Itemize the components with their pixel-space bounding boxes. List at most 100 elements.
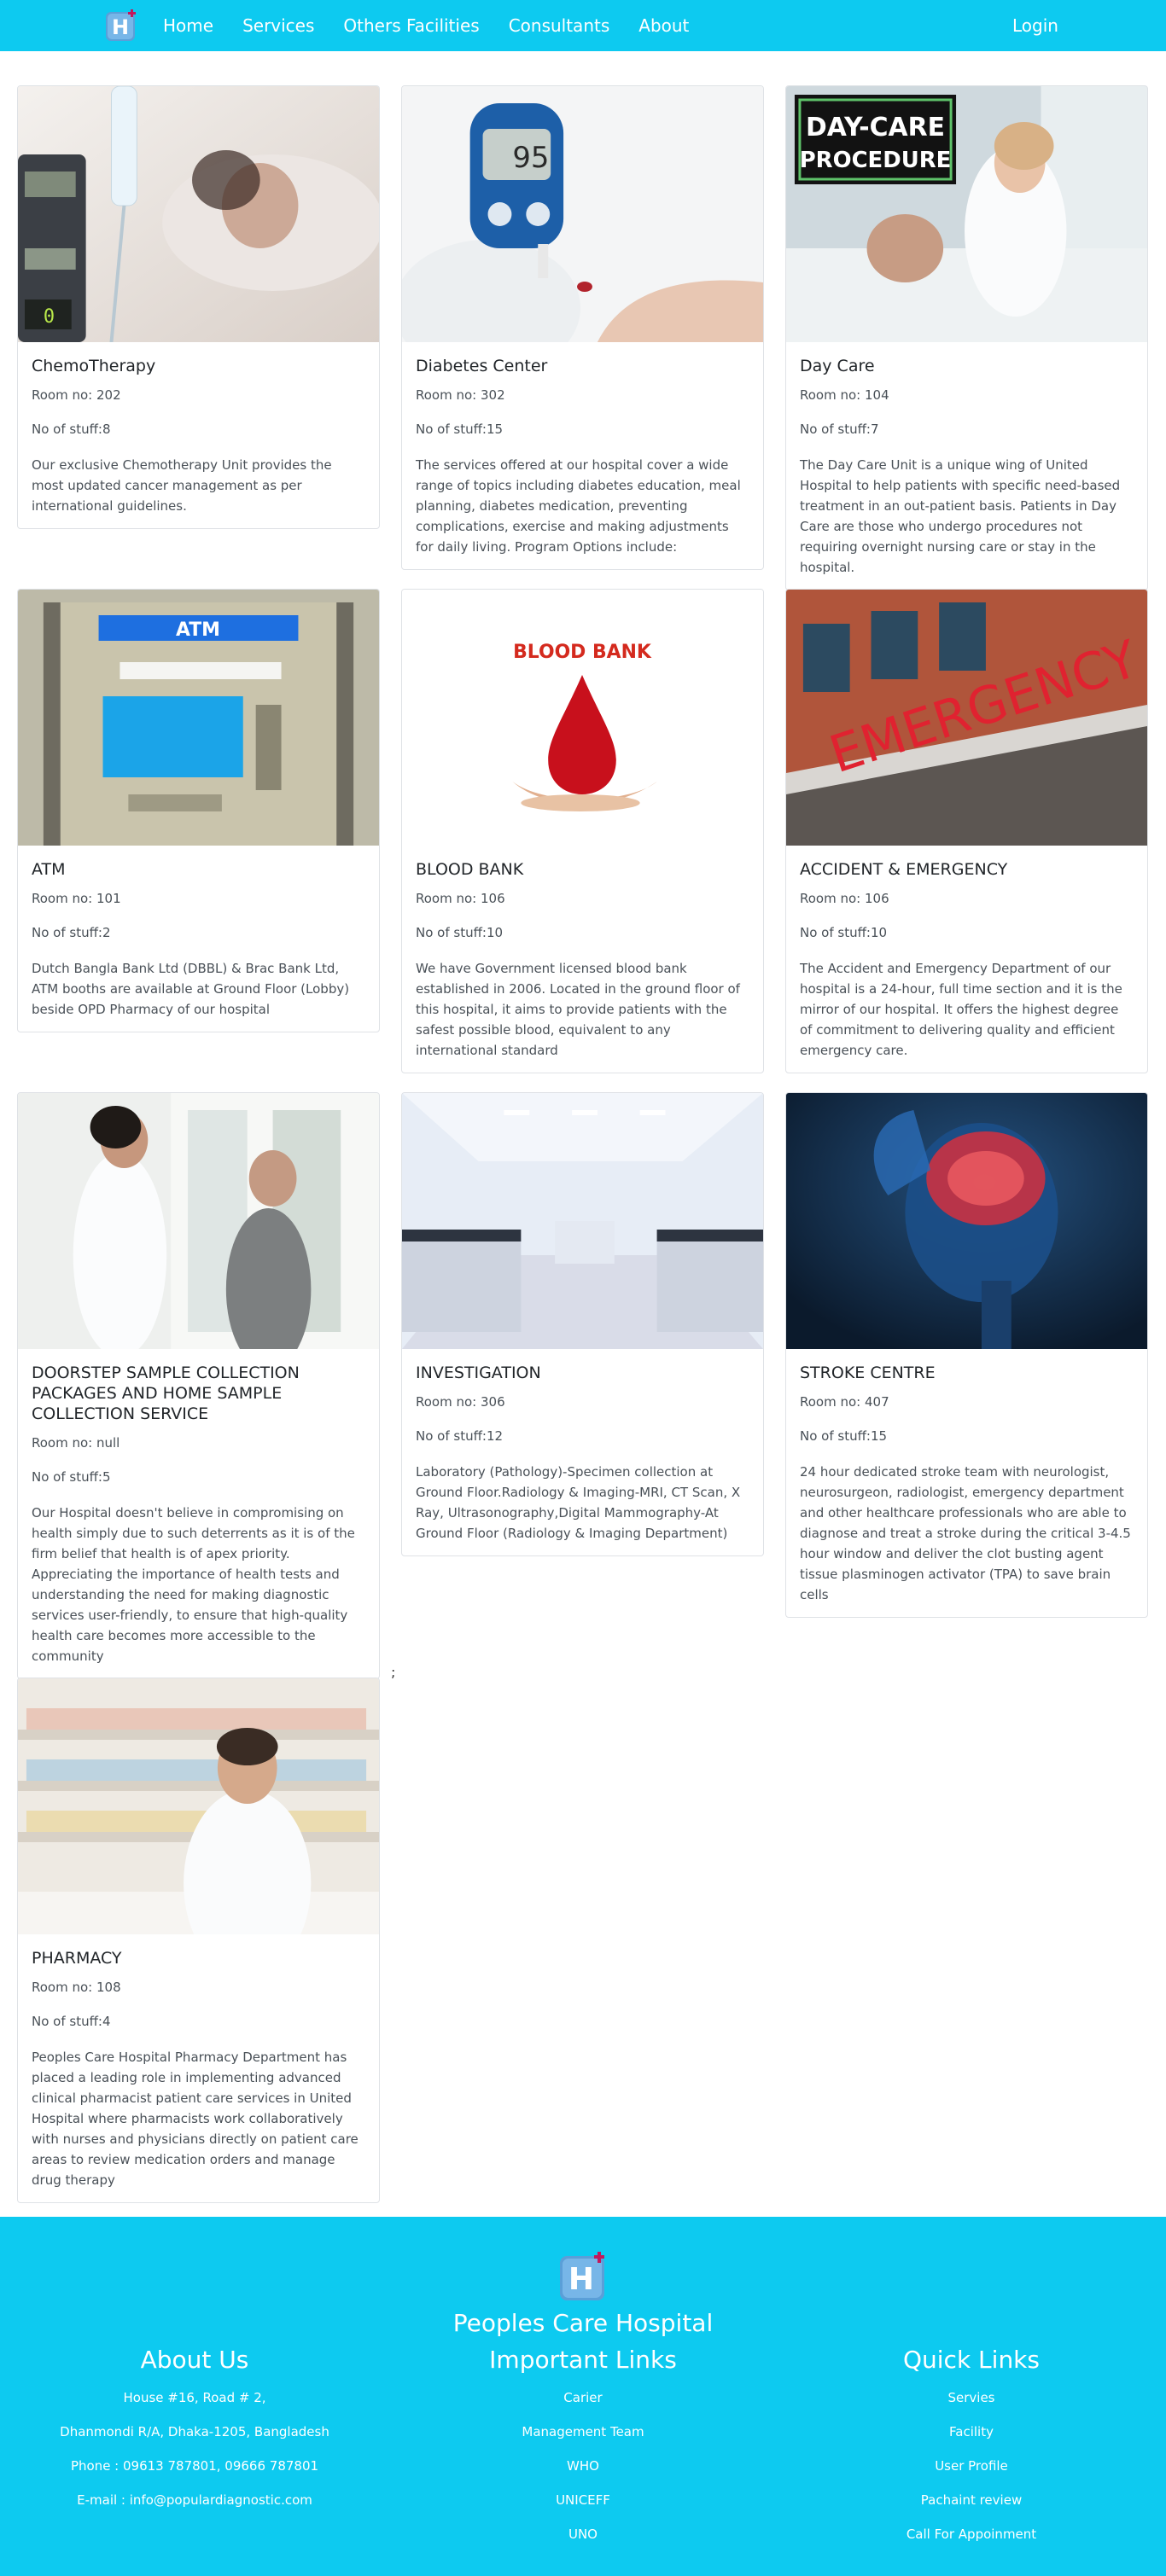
footer-important-heading: Important Links [489, 2346, 677, 2374]
card-staff: No of stuff:15 [416, 422, 504, 437]
footer-phone: Phone : 09613 787801, 09666 787801 [70, 2458, 319, 2474]
svg-text:H: H [568, 2262, 594, 2297]
stroke-centre-image [786, 1093, 1147, 1349]
card-description: The services offered at our hospital cov… [416, 457, 741, 555]
day-care-sign-line2: PROCEDURE [800, 148, 952, 173]
footer-link-user-profile[interactable]: User Profile [792, 2449, 1151, 2483]
footer-link-servies[interactable]: Servies [792, 2381, 1151, 2415]
blood-bank-sign: BLOOD BANK [513, 642, 652, 663]
emergency-image: EMERGENCY [786, 590, 1147, 846]
footer-link-pachaint-review[interactable]: Pachaint review [792, 2483, 1151, 2517]
card-description: Our exclusive Chemotherapy Unit provides… [32, 457, 332, 514]
card-room: Room no: 202 [32, 387, 121, 403]
facility-card-diabetes-center[interactable]: 95 Diabetes Center Room no: 302 No of st… [401, 85, 764, 570]
card-room: Room no: null [32, 1435, 120, 1451]
footer-quick-links-column: Quick Links Servies Facility User Profil… [792, 2345, 1151, 2551]
nav-about-link[interactable]: About [638, 15, 689, 36]
nav-consultants-link[interactable]: Consultants [509, 15, 610, 36]
card-title: BLOOD BANK [416, 860, 524, 879]
svg-text:95: 95 [512, 141, 549, 174]
investigation-lab-image [402, 1093, 763, 1349]
card-staff: No of stuff:10 [416, 925, 504, 940]
card-staff: No of stuff:12 [416, 1428, 504, 1444]
card-description: The Accident and Emergency Department of… [800, 961, 1122, 1058]
footer-about-heading: About Us [140, 2346, 249, 2374]
footer-link-call-for-appoinment[interactable]: Call For Appoinment [792, 2517, 1151, 2551]
card-room: Room no: 106 [800, 891, 889, 906]
atm-sign: ATM [176, 619, 220, 641]
card-staff: No of stuff:2 [32, 925, 111, 940]
hospital-logo-icon[interactable]: H [104, 9, 138, 43]
card-room: Room no: 101 [32, 891, 121, 906]
facility-card-accident-emergency[interactable]: EMERGENCY ACCIDENT & EMERGENCY Room no: … [785, 589, 1148, 1073]
card-room: Room no: 306 [416, 1394, 505, 1410]
top-navbar: H Home Services Others Facilities Consul… [0, 0, 1166, 51]
hospital-logo-icon[interactable]: H [557, 2251, 609, 2302]
footer-link-management-team[interactable]: Management Team [404, 2415, 762, 2449]
card-description: Our Hospital doesn't believe in compromi… [32, 1505, 355, 1664]
card-title: ChemoTherapy [32, 357, 156, 375]
svg-text:0: 0 [44, 306, 55, 328]
nav-others-facilities-link[interactable]: Others Facilities [343, 15, 479, 36]
facility-card-blood-bank[interactable]: BLOOD BANK BLOOD BANK Room no: 106 No of… [401, 589, 764, 1073]
atm-image: ATM [18, 590, 379, 846]
card-description: We have Government licensed blood bank e… [416, 961, 740, 1058]
footer-address-line2: Dhanmondi R/A, Dhaka-1205, Bangladesh [60, 2424, 329, 2439]
card-staff: No of stuff:7 [800, 422, 879, 437]
card-description: Laboratory (Pathology)-Specimen collecti… [416, 1464, 741, 1541]
chemotherapy-image: 0 [18, 86, 379, 342]
card-title: PHARMACY [32, 1949, 122, 1968]
footer-link-carier[interactable]: Carier [404, 2381, 762, 2415]
card-title: INVESTIGATION [416, 1364, 541, 1382]
footer-hospital-name: Peoples Care Hospital [452, 2309, 714, 2337]
card-title: Diabetes Center [416, 357, 548, 375]
facility-card-stroke-centre[interactable]: STROKE CENTRE Room no: 407 No of stuff:1… [785, 1092, 1148, 1618]
card-room: Room no: 108 [32, 1980, 121, 1995]
card-room: Room no: 106 [416, 891, 505, 906]
footer: H Peoples Care Hospital About Us House #… [0, 2217, 1166, 2576]
footer-quick-heading: Quick Links [902, 2346, 1040, 2374]
card-title: STROKE CENTRE [800, 1364, 936, 1382]
card-staff: No of stuff:15 [800, 1428, 888, 1444]
card-title: ACCIDENT & EMERGENCY [800, 860, 1008, 879]
card-title: DOORSTEP SAMPLE COLLECTION PACKAGES AND … [32, 1364, 300, 1423]
card-staff: No of stuff:4 [32, 2014, 111, 2029]
footer-link-facility[interactable]: Facility [792, 2415, 1151, 2449]
card-description: Peoples Care Hospital Pharmacy Departmen… [32, 2050, 359, 2188]
day-care-sign-line1: DAY-CARE [806, 113, 945, 142]
nav-services-link[interactable]: Services [242, 15, 314, 36]
facility-card-investigation[interactable]: INVESTIGATION Room no: 306 No of stuff:1… [401, 1092, 764, 1556]
footer-link-who[interactable]: WHO [404, 2449, 762, 2483]
day-care-image: DAY-CARE PROCEDURE [786, 86, 1147, 342]
svg-text:H: H [112, 15, 129, 39]
login-link[interactable]: Login [1012, 15, 1058, 36]
facilities-grid: 0 ChemoTherapy Room no: 202 No of stuff:… [0, 51, 1166, 2217]
facility-card-doorstep-sample-collection[interactable]: DOORSTEP SAMPLE COLLECTION PACKAGES AND … [17, 1092, 380, 1679]
blood-bank-image: BLOOD BANK [402, 590, 763, 846]
footer-link-uniceff[interactable]: UNICEFF [404, 2483, 762, 2517]
diabetes-center-image: 95 [402, 86, 763, 342]
card-description: The Day Care Unit is a unique wing of Un… [800, 457, 1121, 575]
card-room: Room no: 104 [800, 387, 889, 403]
footer-about-column: About Us House #16, Road # 2, Dhanmondi … [15, 2345, 374, 2517]
card-title: ATM [32, 860, 66, 879]
card-staff: No of stuff:8 [32, 422, 111, 437]
card-staff: No of stuff:10 [800, 925, 888, 940]
pharmacy-image [18, 1678, 379, 1934]
facility-card-chemotherapy[interactable]: 0 ChemoTherapy Room no: 202 No of stuff:… [17, 85, 380, 529]
footer-link-uno[interactable]: UNO [404, 2517, 762, 2551]
card-room: Room no: 407 [800, 1394, 889, 1410]
card-description: 24 hour dedicated stroke team with neuro… [800, 1464, 1131, 1602]
doorstep-sample-image [18, 1093, 379, 1349]
card-title: Day Care [800, 357, 875, 375]
facility-card-day-care[interactable]: DAY-CARE PROCEDURE Day Care Room no: 104… [785, 85, 1148, 590]
footer-email: E-mail : info@populardiagnostic.com [77, 2492, 312, 2508]
facility-card-atm[interactable]: ATM ATM Room no: 101 No of stuff:2 Dutch… [17, 589, 380, 1032]
card-room: Room no: 302 [416, 387, 505, 403]
facility-card-pharmacy[interactable]: PHARMACY Room no: 108 No of stuff:4 Peop… [17, 1678, 380, 2203]
card-staff: No of stuff:5 [32, 1469, 111, 1485]
nav-home-link[interactable]: Home [163, 15, 213, 36]
stray-semicolon: ; [391, 1664, 396, 1680]
card-description: Dutch Bangla Bank Ltd (DBBL) & Brac Bank… [32, 961, 350, 1017]
footer-important-links-column: Important Links Carier Management Team W… [404, 2345, 762, 2551]
